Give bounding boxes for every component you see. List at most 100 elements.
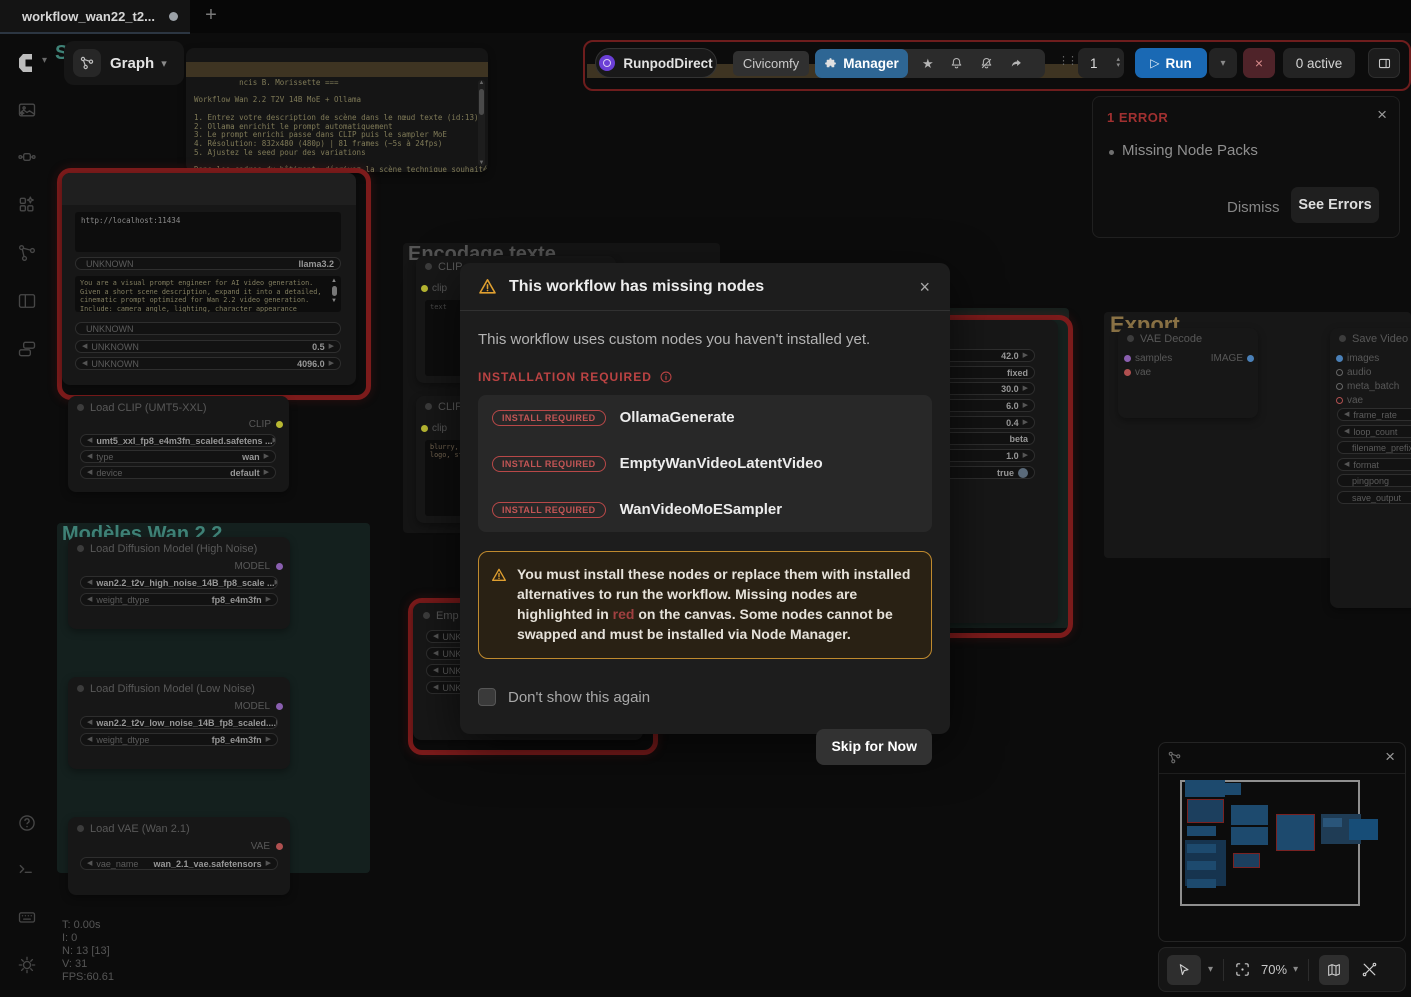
samples-input-port[interactable] (1124, 355, 1131, 362)
save-video-node[interactable]: Save Video (N images audio meta_batch va… (1330, 328, 1411, 608)
comfyui-logo-icon[interactable] (15, 51, 39, 75)
ollama-number-widget-2[interactable]: ◀UNKNOWN 4096.0▶ (75, 357, 341, 370)
minimap-toggle-button[interactable] (1319, 955, 1349, 985)
note-node[interactable]: ncis B. Morissette === Workflow Wan 2.2 … (186, 48, 488, 172)
sampler-denoise-widget[interactable]: 0.4▶ (938, 416, 1035, 429)
toggle-panel-button[interactable] (1368, 48, 1400, 78)
sampler-steps-widget[interactable]: 30.0▶ (938, 382, 1035, 395)
model-output-port[interactable] (276, 563, 283, 570)
zoom-chevron-down-icon[interactable]: ▾ (1293, 964, 1298, 975)
bell-icon[interactable] (949, 56, 964, 71)
images-input-port[interactable] (1336, 355, 1343, 362)
minimap-canvas[interactable] (1159, 773, 1405, 941)
fit-view-icon[interactable] (1234, 961, 1251, 978)
clip-input-port[interactable] (421, 285, 428, 292)
moe-sampler-node[interactable]: 42.0▶ fixed 30.0▶ 6.0▶ 0.4▶ beta 1.0▶ tr… (938, 320, 1058, 623)
clip-name-widget[interactable]: ◀umt5_xxl_fp8_e4m3fn_scaled.safetens ...… (80, 434, 276, 447)
audio-input-port[interactable] (1336, 369, 1343, 376)
zoom-level[interactable]: 70% (1261, 962, 1287, 977)
tool-chevron-down-icon[interactable]: ▾ (1208, 964, 1213, 975)
pointer-tool-button[interactable] (1167, 955, 1201, 985)
model-output-port[interactable] (276, 703, 283, 710)
cancel-run-button[interactable]: × (1243, 48, 1275, 78)
clip-type-widget[interactable]: ◀type wan▶ (80, 450, 276, 463)
batch-spinner[interactable]: ▴▾ (1116, 57, 1120, 69)
ollama-unknown-widget[interactable]: UNKNOWN (75, 322, 341, 335)
filename-prefix-widget[interactable]: filename_prefix (1337, 441, 1411, 454)
sampler-seed-widget[interactable]: 42.0▶ (938, 349, 1035, 362)
ollama-url-textarea[interactable]: http://localhost:11434 (75, 212, 341, 252)
format-widget[interactable]: ◀format (1337, 458, 1411, 471)
save-output-widget[interactable]: save_output (1337, 491, 1411, 504)
settings-gear-icon[interactable] (17, 955, 37, 975)
sampler-shift-widget[interactable]: 1.0▶ (938, 449, 1035, 462)
skip-for-now-button[interactable]: Skip for Now (816, 729, 932, 765)
sampler-toggle-widget[interactable]: true (938, 466, 1035, 479)
vae-output-port[interactable] (276, 843, 283, 850)
toolbar-drag-handle[interactable]: ⋮⋮ (1058, 54, 1076, 67)
minimap-close-icon[interactable]: × (1385, 747, 1395, 767)
manager-button[interactable]: Manager (815, 49, 908, 78)
terminal-icon[interactable] (17, 859, 37, 879)
ollama-number-widget-1[interactable]: ◀UNKNOWN 0.5▶ (75, 340, 341, 353)
loop-count-widget[interactable]: ◀loop_count (1337, 425, 1411, 438)
load-vae-node[interactable]: Load VAE (Wan 2.1) VAE ◀vae_name wan_2.1… (68, 817, 290, 895)
vae-name-widget[interactable]: ◀vae_name wan_2.1_vae.safetensors▶ (80, 857, 278, 870)
ollama-generate-node[interactable]: http://localhost:11434 UNKNOWN llama3.2 … (62, 173, 356, 385)
missing-node-row[interactable]: INSTALL REQUIRED WanVideoMoESampler (492, 501, 918, 518)
ollama-prompt-scrollbar[interactable]: ▲ ▼ (330, 278, 338, 310)
frame-rate-widget[interactable]: ◀frame_rate (1337, 408, 1411, 421)
info-icon[interactable] (659, 370, 673, 384)
templates-icon[interactable] (17, 339, 37, 359)
toggle-links-icon[interactable] (1361, 961, 1378, 978)
help-icon[interactable] (17, 813, 37, 833)
share-icon[interactable] (1009, 56, 1024, 71)
clip-input-port[interactable] (421, 425, 428, 432)
note-scrollbar[interactable]: ▲ ▼ (478, 80, 485, 166)
image-output-port[interactable] (1247, 355, 1254, 362)
ollama-model-widget[interactable]: UNKNOWN llama3.2 (75, 257, 341, 270)
sampler-scheduler-widget[interactable]: beta (938, 432, 1035, 445)
high-noise-dtype-widget[interactable]: ◀weight_dtype fp8_e4m3fn▶ (80, 593, 278, 606)
sampler-cfg-widget[interactable]: 6.0▶ (938, 399, 1035, 412)
workflows-icon[interactable] (17, 243, 37, 263)
load-diffusion-low-node[interactable]: Load Diffusion Model (Low Noise) MODEL ◀… (68, 677, 290, 769)
ollama-prompt-textarea[interactable]: You are a visual prompt engineer for AI … (75, 276, 341, 312)
models-icon[interactable] (17, 195, 37, 215)
high-noise-name-widget[interactable]: ◀wan2.2_t2v_high_noise_14B_fp8_scale ...… (80, 576, 278, 589)
low-noise-dtype-widget[interactable]: ◀weight_dtype fp8_e4m3fn▶ (80, 733, 278, 746)
error-close-icon[interactable]: × (1377, 105, 1387, 125)
batch-count-input[interactable]: 1 ▴▾ (1078, 48, 1124, 78)
workflow-tab[interactable]: workflow_wan22_t2... (0, 0, 190, 34)
dont-show-checkbox[interactable] (478, 688, 496, 706)
pingpong-widget[interactable]: pingpong (1337, 474, 1411, 487)
runpod-direct-button[interactable]: RunpodDirect (595, 48, 717, 78)
graph-breadcrumb[interactable]: Graph ▾ (64, 41, 184, 85)
keyboard-shortcuts-icon[interactable] (17, 907, 37, 927)
vae-decode-node[interactable]: VAE Decode samples vae IMAGE (1118, 328, 1258, 418)
load-diffusion-high-node[interactable]: Load Diffusion Model (High Noise) MODEL … (68, 537, 290, 629)
missing-node-row[interactable]: INSTALL REQUIRED OllamaGenerate (492, 409, 918, 426)
meta-batch-input-port[interactable] (1336, 383, 1343, 390)
logo-chevron-down-icon[interactable]: ▾ (42, 55, 47, 66)
new-tab-button[interactable]: + (198, 2, 224, 28)
missing-node-row[interactable]: INSTALL REQUIRED EmptyWanVideoLatentVide… (492, 455, 918, 472)
vae-input-port[interactable] (1124, 369, 1131, 376)
dismiss-button[interactable]: Dismiss (1217, 193, 1290, 222)
active-jobs-button[interactable]: 0 active (1283, 48, 1355, 78)
run-options-button[interactable]: ▾ (1209, 48, 1237, 78)
load-clip-node[interactable]: Load CLIP (UMT5-XXL) CLIP ◀umt5_xxl_fp8_… (68, 396, 289, 492)
low-noise-name-widget[interactable]: ◀wan2.2_t2v_low_noise_14B_fp8_scaled....… (80, 716, 278, 729)
run-button[interactable]: ▷ Run (1135, 48, 1207, 78)
layout-panel-icon[interactable] (17, 291, 37, 311)
dialog-close-icon[interactable]: × (913, 276, 936, 298)
clip-device-widget[interactable]: ◀device default▶ (80, 466, 276, 479)
star-icon[interactable]: ★ (922, 56, 934, 72)
see-errors-button[interactable]: See Errors (1291, 187, 1379, 223)
sampler-control-widget[interactable]: fixed (938, 366, 1035, 379)
bell-muted-icon[interactable] (979, 56, 994, 71)
civicomfy-button[interactable]: Civicomfy (733, 51, 809, 76)
assets-icon[interactable] (17, 100, 37, 120)
clip-output-port[interactable] (276, 421, 283, 428)
node-library-icon[interactable] (17, 147, 37, 167)
